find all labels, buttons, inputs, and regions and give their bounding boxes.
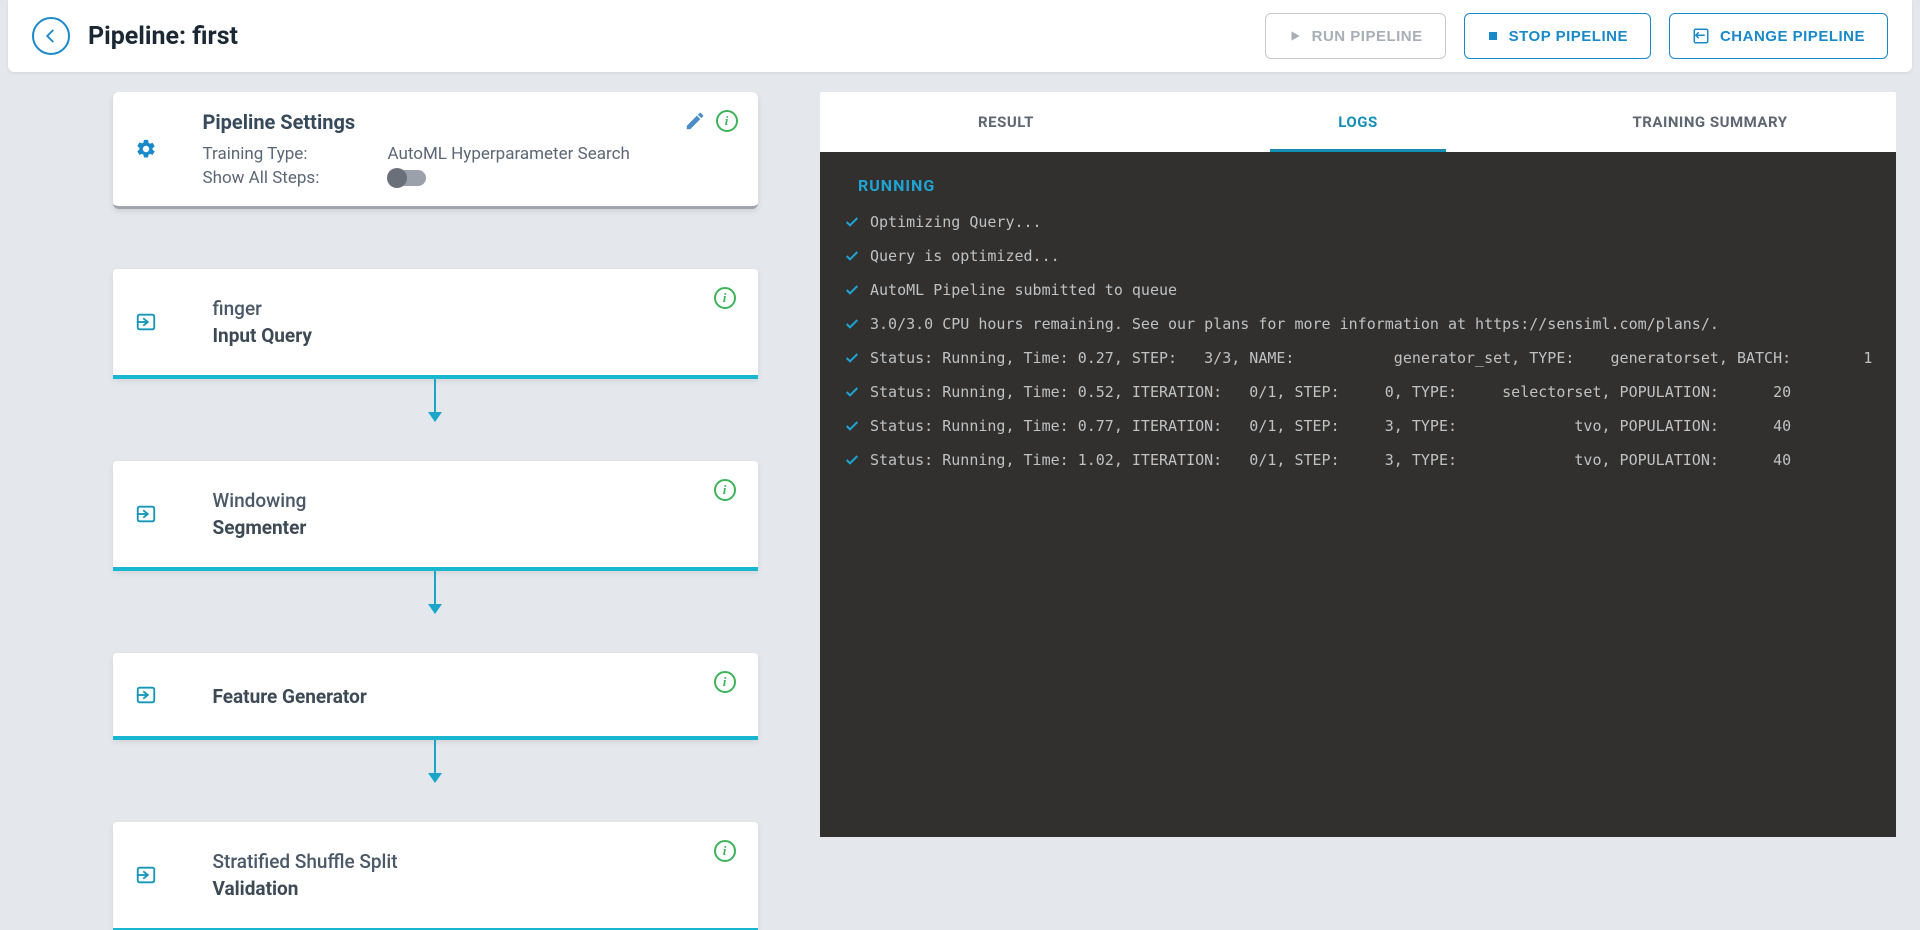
tab-logs[interactable]: LOGS bbox=[1182, 92, 1534, 152]
log-line: 3.0/3.0 CPU hours remaining. See our pla… bbox=[844, 315, 1886, 333]
step-type: Validation bbox=[213, 877, 736, 900]
stop-pipeline-label: STOP PIPELINE bbox=[1509, 28, 1628, 45]
info-icon[interactable]: i bbox=[714, 479, 736, 501]
play-icon bbox=[1288, 29, 1302, 43]
change-pipeline-label: CHANGE PIPELINE bbox=[1720, 28, 1865, 45]
page-title: Pipeline: first bbox=[88, 22, 238, 51]
swap-icon bbox=[1692, 27, 1710, 45]
pipeline-step-card[interactable]: ifinger Input Query bbox=[113, 269, 758, 379]
import-icon bbox=[135, 684, 157, 706]
check-icon bbox=[844, 214, 860, 230]
log-text: 3.0/3.0 CPU hours remaining. See our pla… bbox=[870, 315, 1719, 333]
terminal-status: RUNNING bbox=[858, 176, 1886, 195]
tab-result[interactable]: RESULT bbox=[830, 92, 1182, 152]
header-actions: RUN PIPELINE STOP PIPELINE CHANGE PIPELI… bbox=[1265, 13, 1888, 59]
show-all-steps-label: Show All Steps: bbox=[203, 168, 388, 188]
import-icon bbox=[135, 311, 157, 333]
main-area: i Pipeline Settings Training Type: AutoM… bbox=[0, 72, 1920, 930]
log-line: Optimizing Query... bbox=[844, 213, 1886, 231]
step-type: Segmenter bbox=[213, 516, 736, 539]
stop-pipeline-button[interactable]: STOP PIPELINE bbox=[1464, 13, 1651, 59]
show-all-steps-toggle[interactable] bbox=[388, 170, 426, 186]
back-button[interactable] bbox=[32, 17, 70, 55]
run-pipeline-button: RUN PIPELINE bbox=[1265, 13, 1446, 59]
tabs-bar: RESULT LOGS TRAINING SUMMARY bbox=[820, 92, 1896, 152]
check-icon bbox=[844, 316, 860, 332]
log-text: Query is optimized... bbox=[870, 247, 1060, 265]
step-name: Stratified Shuffle Split bbox=[213, 850, 736, 873]
tab-training-summary[interactable]: TRAINING SUMMARY bbox=[1534, 92, 1886, 152]
pipeline-step-card[interactable]: iFeature Generator bbox=[113, 653, 758, 740]
log-text: AutoML Pipeline submitted to queue bbox=[870, 281, 1177, 299]
settings-title: Pipeline Settings bbox=[203, 110, 736, 134]
log-line: Query is optimized... bbox=[844, 247, 1886, 265]
step-type: Feature Generator bbox=[213, 685, 736, 708]
change-pipeline-button[interactable]: CHANGE PIPELINE bbox=[1669, 13, 1888, 59]
log-line: Status: Running, Time: 0.27, STEP: 3/3, … bbox=[844, 349, 1886, 367]
log-text: Status: Running, Time: 0.27, STEP: 3/3, … bbox=[870, 349, 1872, 367]
check-icon bbox=[844, 350, 860, 366]
step-name: Windowing bbox=[213, 489, 736, 512]
info-icon[interactable]: i bbox=[714, 671, 736, 693]
training-type-label: Training Type: bbox=[203, 144, 388, 164]
step-name: finger bbox=[213, 297, 736, 320]
check-icon bbox=[844, 452, 860, 468]
log-text: Status: Running, Time: 1.02, ITERATION: … bbox=[870, 451, 1791, 469]
edit-icon[interactable] bbox=[684, 110, 706, 132]
check-icon bbox=[844, 418, 860, 434]
flow-arrow-icon bbox=[434, 740, 436, 782]
run-pipeline-label: RUN PIPELINE bbox=[1312, 28, 1423, 45]
pipeline-column: i Pipeline Settings Training Type: AutoM… bbox=[10, 92, 790, 930]
import-icon bbox=[135, 864, 157, 886]
log-line: Status: Running, Time: 0.52, ITERATION: … bbox=[844, 383, 1886, 401]
log-line: AutoML Pipeline submitted to queue bbox=[844, 281, 1886, 299]
info-icon[interactable]: i bbox=[714, 287, 736, 309]
header-bar: Pipeline: first RUN PIPELINE STOP PIPELI… bbox=[8, 0, 1912, 72]
pipeline-settings-card[interactable]: i Pipeline Settings Training Type: AutoM… bbox=[113, 92, 758, 209]
check-icon bbox=[844, 248, 860, 264]
pipeline-step-card[interactable]: iStratified Shuffle Split Validation bbox=[113, 822, 758, 930]
info-icon[interactable]: i bbox=[714, 840, 736, 862]
flow-arrow-icon bbox=[434, 571, 436, 613]
logs-terminal[interactable]: RUNNING Optimizing Query... Query is opti… bbox=[820, 152, 1896, 837]
check-icon bbox=[844, 282, 860, 298]
flow-arrow-icon bbox=[434, 379, 436, 421]
gear-icon bbox=[135, 138, 157, 160]
stop-icon bbox=[1487, 30, 1499, 42]
log-line: Status: Running, Time: 0.77, ITERATION: … bbox=[844, 417, 1886, 435]
log-text: Optimizing Query... bbox=[870, 213, 1042, 231]
pipeline-step-card[interactable]: iWindowing Segmenter bbox=[113, 461, 758, 571]
log-text: Status: Running, Time: 0.52, ITERATION: … bbox=[870, 383, 1791, 401]
logs-column: RESULT LOGS TRAINING SUMMARY RUNNING Opt… bbox=[820, 92, 1910, 930]
log-text: Status: Running, Time: 0.77, ITERATION: … bbox=[870, 417, 1791, 435]
import-icon bbox=[135, 503, 157, 525]
step-type: Input Query bbox=[213, 324, 736, 347]
pipeline-flow: ifingerInput QueryiWindowingSegmenteriFe… bbox=[113, 209, 758, 930]
training-type-value: AutoML Hyperparameter Search bbox=[388, 144, 630, 164]
check-icon bbox=[844, 384, 860, 400]
log-line: Status: Running, Time: 1.02, ITERATION: … bbox=[844, 451, 1886, 469]
info-icon[interactable]: i bbox=[716, 110, 738, 132]
arrow-left-icon bbox=[42, 27, 60, 45]
